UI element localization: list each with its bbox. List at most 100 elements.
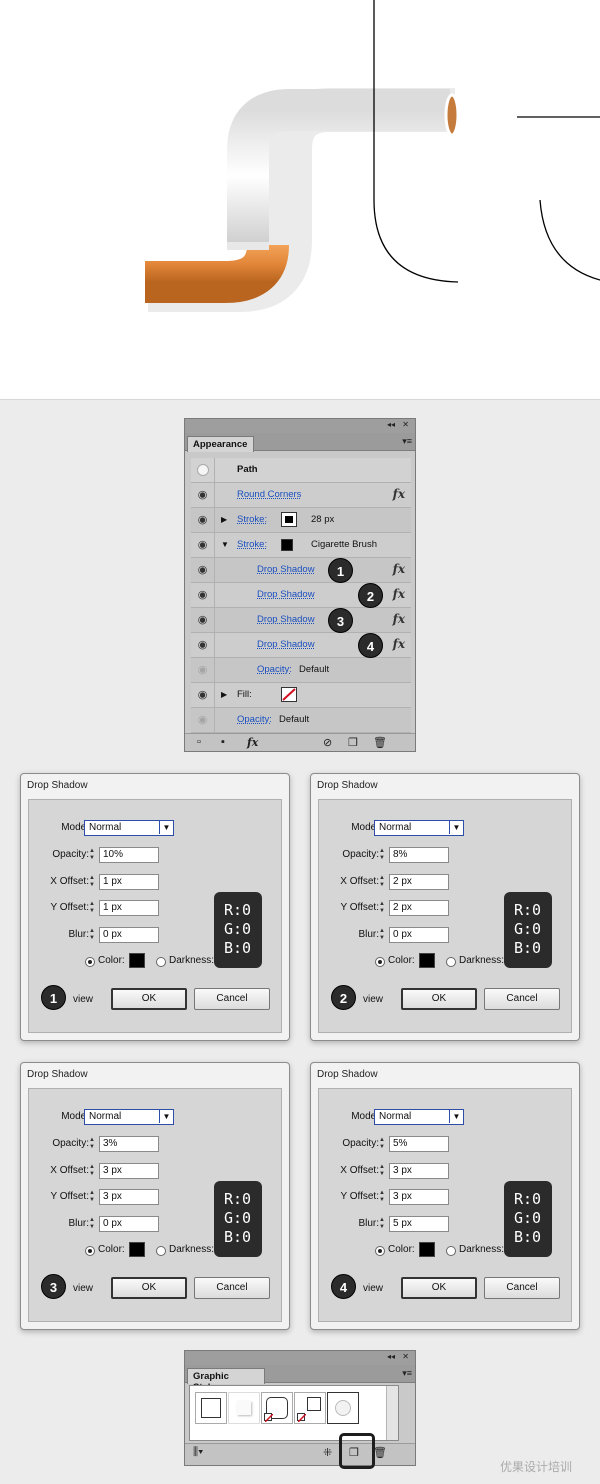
appearance-row-stroke-opacity[interactable]: ◉ Opacity: Default (191, 658, 411, 683)
duplicate-item-icon[interactable]: ❐ (348, 736, 358, 749)
opacity-field[interactable]: 8% (389, 847, 449, 863)
cancel-button[interactable]: Cancel (194, 988, 270, 1010)
stepper-icon[interactable]: ▲ ▼ (377, 1190, 387, 1204)
blur-field[interactable]: 5 px (389, 1216, 449, 1232)
opacity-field[interactable]: 3% (99, 1136, 159, 1152)
library-menu-icon[interactable]: ⫼▾ (193, 1446, 203, 1459)
stroke-swatch[interactable] (281, 512, 297, 527)
appearance-row-object-opacity[interactable]: ◉ Opacity: Default (191, 708, 411, 733)
y-offset-field[interactable]: 1 px (99, 900, 159, 916)
collapse-icon[interactable]: ◂◂ (387, 420, 395, 429)
stepper-icon[interactable]: ▲ ▼ (377, 901, 387, 915)
eye-icon[interactable]: ◉ (191, 483, 215, 507)
stepper-icon[interactable]: ▲ ▼ (87, 1190, 97, 1204)
stepper-icon[interactable]: ▲ ▼ (87, 875, 97, 889)
add-new-stroke-icon[interactable]: ▫ (197, 736, 201, 748)
add-effect-fx-icon[interactable]: fx (247, 736, 258, 749)
stepper-icon[interactable]: ▲ ▼ (87, 1137, 97, 1151)
blur-field[interactable]: 0 px (389, 927, 449, 943)
ok-button[interactable]: OK (111, 988, 187, 1010)
eye-icon[interactable]: ◉ (191, 533, 215, 557)
add-new-fill-icon[interactable]: ▪ (221, 736, 225, 748)
cancel-button[interactable]: Cancel (484, 988, 560, 1010)
trash-icon[interactable]: 🗑 (373, 1446, 387, 1459)
color-radio[interactable] (375, 957, 385, 967)
preview-label[interactable]: view (73, 994, 93, 1005)
drop-shadow-link[interactable]: Drop Shadow (257, 614, 315, 625)
darkness-radio[interactable] (446, 957, 456, 967)
stepper-icon[interactable]: ▲ ▼ (87, 1164, 97, 1178)
break-link-icon[interactable]: ⁜ (323, 1446, 332, 1459)
ok-button[interactable]: OK (401, 1277, 477, 1299)
panel-menu-icon[interactable]: ▾≡ (402, 436, 412, 447)
shadow-color-swatch[interactable] (419, 1242, 435, 1257)
fx-icon[interactable]: fx (393, 637, 405, 651)
eye-icon[interactable]: ◉ (191, 683, 215, 707)
preview-label[interactable]: view (363, 994, 383, 1005)
blur-field[interactable]: 0 px (99, 927, 159, 943)
style-swatch[interactable] (261, 1392, 293, 1424)
x-offset-field[interactable]: 3 px (99, 1163, 159, 1179)
panel-titlebar[interactable]: ◂◂ ✕ (185, 419, 415, 433)
opacity-field[interactable]: 10% (99, 847, 159, 863)
effect-link[interactable]: Round Corners (237, 489, 301, 500)
appearance-row-fill[interactable]: ◉ ▶ Fill: (191, 683, 411, 708)
drop-shadow-link[interactable]: Drop Shadow (257, 589, 315, 600)
drop-shadow-link[interactable]: Drop Shadow (257, 564, 315, 575)
cancel-button[interactable]: Cancel (194, 1277, 270, 1299)
stepper-icon[interactable]: ▲ ▼ (377, 1137, 387, 1151)
stepper-icon[interactable]: ▲ ▼ (377, 848, 387, 862)
mode-select[interactable]: Normal ▼ (84, 820, 174, 836)
appearance-row-stroke-1[interactable]: ◉ ▶ Stroke: 28 px (191, 508, 411, 533)
tab-appearance[interactable]: Appearance (187, 436, 255, 452)
stepper-icon[interactable]: ▲ ▼ (87, 848, 97, 862)
eye-icon[interactable]: ◉ (191, 608, 215, 632)
close-icon[interactable]: ✕ (402, 1352, 409, 1361)
trash-icon[interactable]: 🗑 (373, 736, 387, 749)
stepper-icon[interactable]: ▲ ▼ (377, 928, 387, 942)
shadow-color-swatch[interactable] (129, 953, 145, 968)
expand-triangle-icon[interactable]: ▶ (221, 515, 227, 524)
appearance-row-drop-shadow-3[interactable]: ◉ Drop Shadow fx (191, 608, 411, 633)
expand-triangle-icon[interactable]: ▶ (221, 690, 227, 699)
panel-menu-icon[interactable]: ▾≡ (402, 1368, 412, 1379)
stepper-icon[interactable]: ▲ ▼ (87, 928, 97, 942)
fill-none-swatch[interactable] (281, 687, 297, 702)
appearance-row-stroke-2[interactable]: ◉ ▼ Stroke: Cigarette Brush (191, 533, 411, 558)
mode-select[interactable]: Normal ▼ (374, 820, 464, 836)
blur-field[interactable]: 0 px (99, 1216, 159, 1232)
fx-icon[interactable]: fx (393, 562, 405, 576)
eye-icon[interactable]: ◉ (191, 658, 215, 682)
color-radio[interactable] (85, 957, 95, 967)
preview-label[interactable]: view (73, 1283, 93, 1294)
scrollbar[interactable] (386, 1386, 398, 1440)
collapse-triangle-icon[interactable]: ▼ (221, 540, 229, 549)
clear-appearance-icon[interactable]: ⊘ (323, 736, 332, 749)
fx-icon[interactable]: fx (393, 487, 405, 501)
x-offset-field[interactable]: 2 px (389, 874, 449, 890)
eye-icon[interactable]: ◉ (191, 633, 215, 657)
stepper-icon[interactable]: ▲ ▼ (87, 1217, 97, 1231)
style-swatch-default[interactable] (195, 1392, 227, 1424)
appearance-row-drop-shadow-1[interactable]: ◉ Drop Shadow fx (191, 558, 411, 583)
appearance-row-path[interactable]: Path (191, 458, 411, 483)
drop-shadow-link[interactable]: Drop Shadow (257, 639, 315, 650)
opacity-link[interactable]: Opacity: (237, 714, 272, 725)
stroke-swatch[interactable] (281, 539, 293, 551)
y-offset-field[interactable]: 3 px (389, 1189, 449, 1205)
preview-label[interactable]: view (363, 1283, 383, 1294)
x-offset-field[interactable]: 1 px (99, 874, 159, 890)
stepper-icon[interactable]: ▲ ▼ (377, 875, 387, 889)
style-swatch-cigarette[interactable] (327, 1392, 359, 1424)
color-radio[interactable] (375, 1246, 385, 1256)
style-swatch[interactable] (294, 1392, 326, 1424)
darkness-radio[interactable] (156, 957, 166, 967)
opacity-field[interactable]: 5% (389, 1136, 449, 1152)
darkness-radio[interactable] (446, 1246, 456, 1256)
y-offset-field[interactable]: 3 px (99, 1189, 159, 1205)
stepper-icon[interactable]: ▲ ▼ (377, 1217, 387, 1231)
eye-icon[interactable]: ◉ (191, 558, 215, 582)
shadow-color-swatch[interactable] (129, 1242, 145, 1257)
stepper-icon[interactable]: ▲ ▼ (377, 1164, 387, 1178)
cancel-button[interactable]: Cancel (484, 1277, 560, 1299)
